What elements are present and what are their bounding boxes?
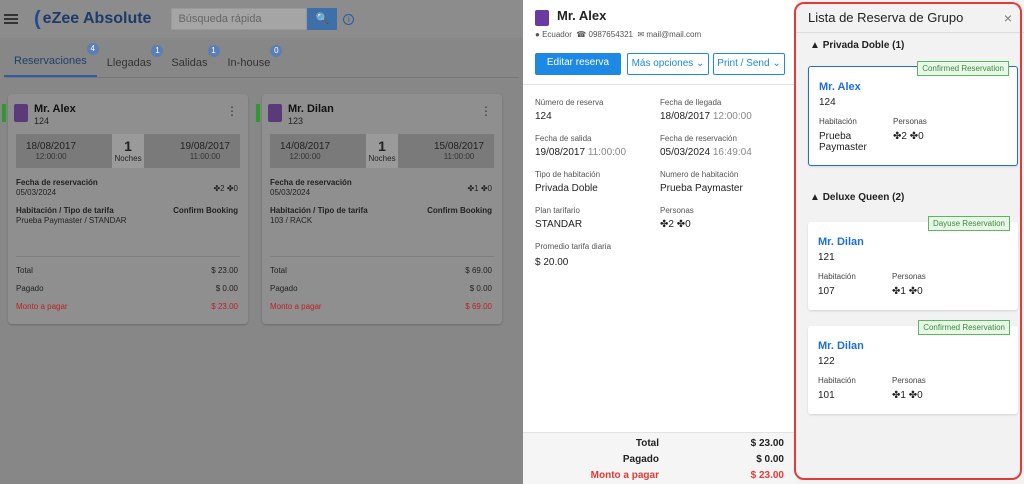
info-icon[interactable]: i xyxy=(343,13,355,25)
status-bar xyxy=(2,104,6,122)
app-logo[interactable]: (eZee Absolute xyxy=(34,8,151,31)
room-number: 124 xyxy=(34,116,50,126)
search-input[interactable]: Búsqueda rápida xyxy=(171,8,308,30)
tab-reservaciones[interactable]: Reservaciones 4 xyxy=(4,43,99,77)
top-bar: (eZee Absolute Búsqueda rápida 🔍 i xyxy=(0,0,523,38)
logo-mark-icon: ( xyxy=(34,7,41,30)
reservation-card[interactable]: Mr. Dilan 123 ⋮ 14/08/2017 12:00:00 1 Noch… xyxy=(256,94,502,324)
persons: ✤1 ✤0 xyxy=(467,184,492,193)
tab-in-house[interactable]: In-house 0 xyxy=(218,45,283,77)
more-icon[interactable]: ⋮ xyxy=(480,104,492,118)
hamburger-menu-icon[interactable] xyxy=(4,14,18,24)
highlight-frame xyxy=(794,2,1022,480)
room-number: 123 xyxy=(288,116,304,126)
more-options-button[interactable]: Más opciones ⌄ xyxy=(627,53,709,75)
reservation-detail-panel: Mr. Alex ● Ecuador ☎ 0987654321 ✉ mail@m… xyxy=(523,0,796,484)
guest-name[interactable]: Mr. Dilan xyxy=(288,103,334,115)
reservation-card[interactable]: Mr. Alex 124 ⋮ 18/08/2017 12:00:00 1 Noche… xyxy=(2,94,248,324)
date-block: 14/08/2017 12:00:00 1 Noches 15/08/2017 11:… xyxy=(270,134,494,168)
search-button[interactable]: 🔍 xyxy=(307,8,338,30)
tab-salidas[interactable]: Salidas 1 xyxy=(161,45,220,77)
room-icon xyxy=(14,104,28,122)
tabs-bar: Reservaciones 4 Llegadas 1 Salidas 1 In-hou… xyxy=(4,42,519,78)
persons: ✤2 ✤0 xyxy=(213,184,238,193)
room-icon xyxy=(268,104,282,122)
room-icon xyxy=(535,10,549,26)
tab-llegadas[interactable]: Llegadas 1 xyxy=(97,45,164,77)
status-bar xyxy=(256,104,260,122)
date-block: 18/08/2017 12:00:00 1 Noches 19/08/2017 11:… xyxy=(16,134,240,168)
edit-reservation-button[interactable]: Editar reserva xyxy=(535,53,621,75)
guest-name: Mr. Alex xyxy=(557,8,607,23)
more-icon[interactable]: ⋮ xyxy=(226,104,238,118)
print-send-button[interactable]: Print / Send ⌄ xyxy=(713,53,785,75)
contact-info: ● Ecuador ☎ 0987654321 ✉ mail@mail.com xyxy=(535,30,702,39)
guest-name[interactable]: Mr. Alex xyxy=(34,103,76,115)
